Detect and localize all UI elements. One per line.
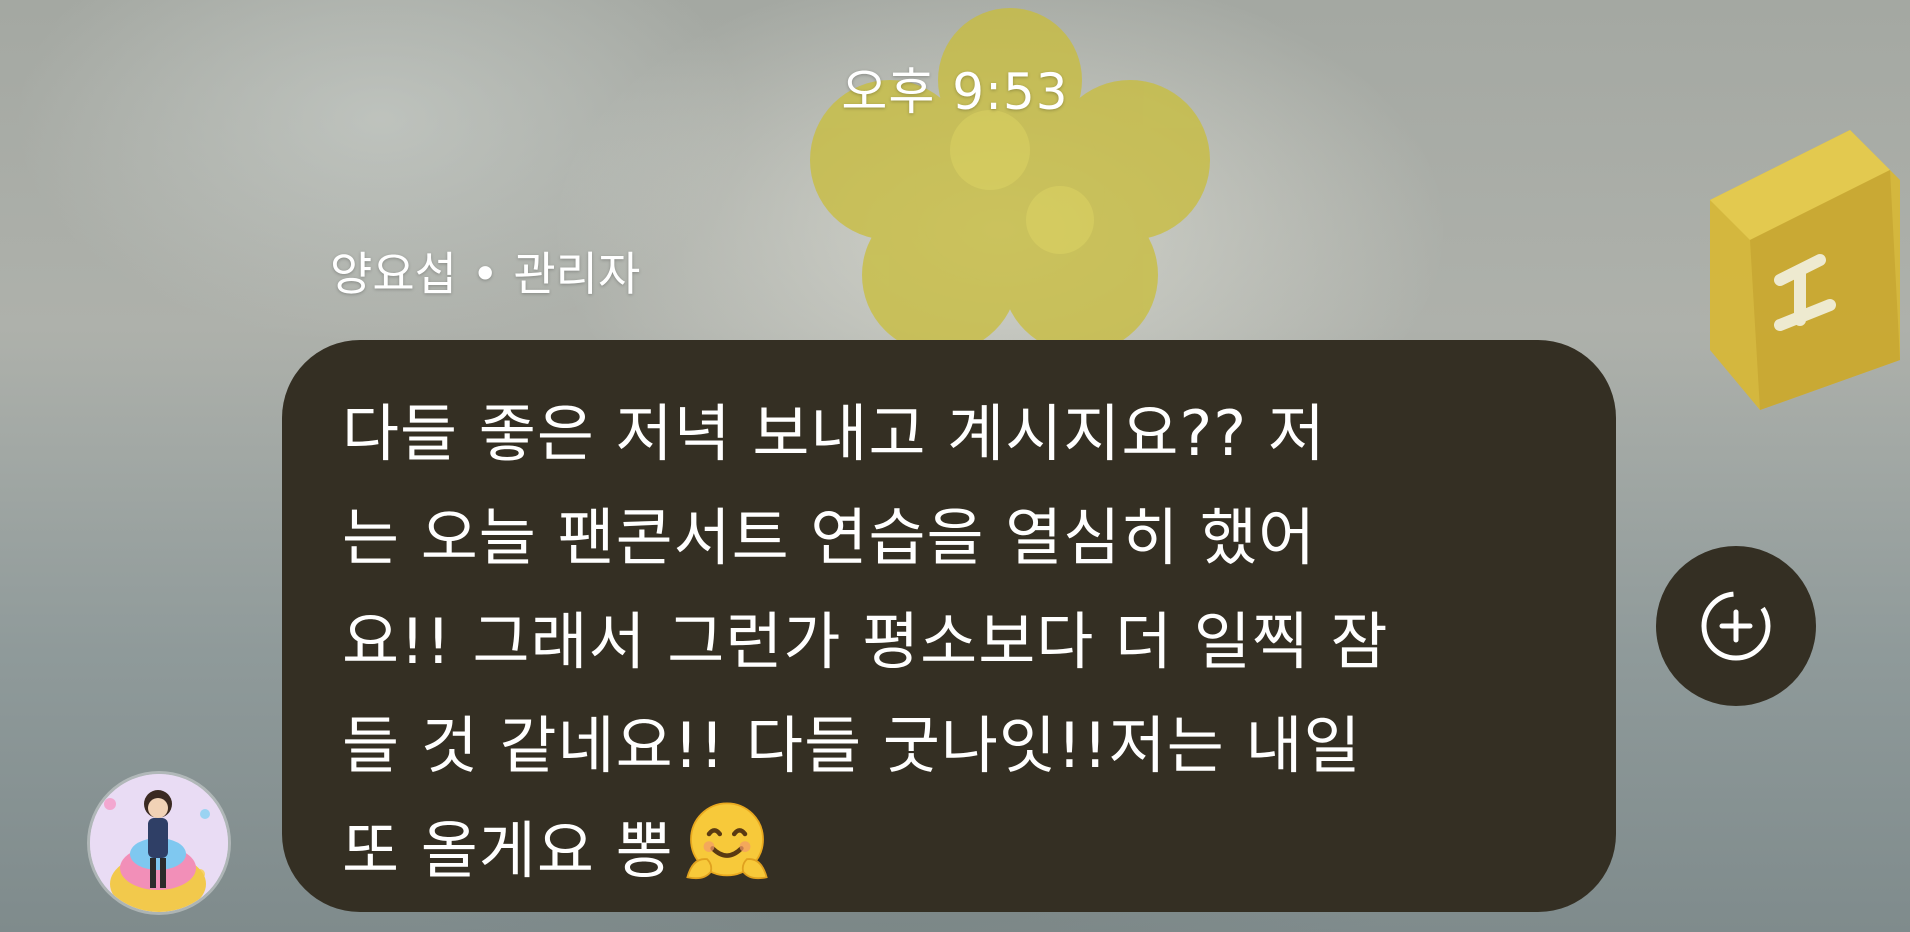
add-reaction-button[interactable] (1656, 546, 1816, 706)
message-line-last: 또 올게요 뽕 (342, 798, 1556, 903)
message-line: 다들 좋은 저녁 보내고 계시지요?? 저 (342, 397, 1326, 470)
message-line: 요!! 그래서 그런가 평소보다 더 일찍 잠 (342, 605, 1389, 678)
add-reaction-icon (1701, 591, 1771, 661)
message-bubble[interactable]: 다들 좋은 저녁 보내고 계시지요?? 저 는 오늘 팬콘서트 연습을 열심히 … (282, 340, 1616, 912)
message-timestamp: 오후 9:53 (841, 63, 1069, 121)
sender-avatar[interactable] (90, 774, 228, 912)
avatar-image (90, 774, 228, 912)
message-line: 는 오늘 팬콘서트 연습을 열심히 했어 (342, 501, 1317, 574)
background-block-decoration (1710, 130, 1900, 410)
message-line-text: 또 올게요 뽕 (342, 814, 674, 887)
smiling-face-with-open-hands-emoji-icon (685, 802, 768, 880)
message-line: 들 것 같네요!! 다들 굿나잇!!저는 내일 (342, 709, 1362, 782)
sender-name: 양요섭 • 관리자 (330, 247, 641, 301)
